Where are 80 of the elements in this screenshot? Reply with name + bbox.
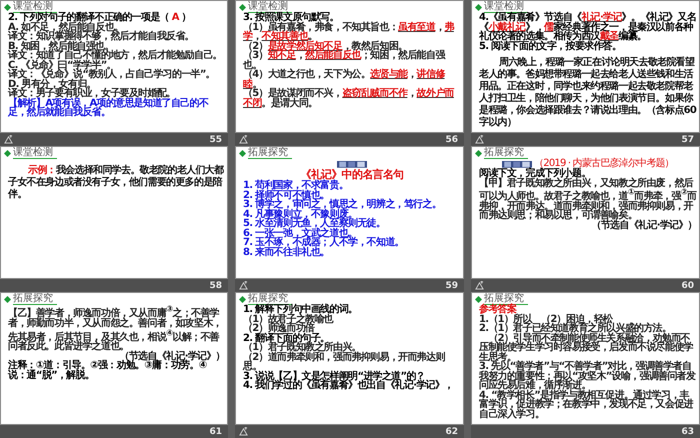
diamond-icon [239,150,246,157]
diamond-icon [239,4,246,11]
slide-text: 1. 解释下列句中画线的词。 [243,305,358,314]
slide-text: D. 男有分，女有归。 [8,80,96,89]
slide-number: 63 [681,426,694,436]
slide-number: 56 [445,134,458,144]
slide-text: 2. 择师不可不慎也。 [243,190,330,200]
slide-text: 5. 水至清则无鱼，人至察则无徒。 [243,219,386,228]
slide-text: 2.（1）君子已经知道教育之所以兴盛的方法。 [479,324,672,334]
section-title: 课堂检测 [13,2,57,13]
slide-text: 【甲】君子既知教之所由兴，又知教之所由废，然后可以为人师也。故君子之教喻也，道$^{①}$而弗牵，强$^{②}$而弗抑，开而弗达。道而弗牵则和，强而弗抑则易，开而弗达则思；和易以思，可谓善喻矣。 [479,178,697,221]
diamond-icon [239,296,246,303]
slide-text: 5. 阅读下面的文字，按要求作答。 [479,42,622,51]
slide-number: 57 [681,134,694,144]
slide-thumbnail[interactable] [471,292,700,425]
slide-text: （节选自《礼记·学记》） [590,220,697,230]
section-title: 课堂检测 [248,2,292,13]
slide-text: 示例：我会选择和同学去。敬老院的老人们大都子女不在身边或者没有子女，他们需要的更多的是陪伴。 [8,165,225,201]
animation-icon[interactable] [475,135,484,144]
slide-text: 8. 来而不往非礼也。 [243,248,330,257]
diamond-icon [475,4,482,11]
slide-text: 周六晚上，程璐一家正在讨论明天去敬老院看望老人的事。爸妈想带程璐一起去给老人送些钱和生活用品。正在这时，同学也来约程璐一起去敬老院帮老人打扫卫生，陪他们聊天，为他们表演节目。如果你是程璐，你会选择跟谁去？请说出理由。（含标点60字以内） [479,57,697,129]
slide-text: 2. 翻译下面的句子。 [243,334,330,343]
slide-text: 译文：知识掌握得不够，然后才能自我反省。 [8,32,196,42]
slide-number: 61 [209,426,222,436]
section-title: 课堂检测 [13,148,57,159]
slide-text: 注释：①道：引导。②强：劝勉。③庸：功劳。④说：通“脱”，解脱。 [8,361,207,380]
banner-icon [337,160,367,168]
slide-text: 译文：知道了自己不懂的地方，然后才能勉励自己。 [8,51,223,60]
slide-text: （2）是故学然后知不足，教然后知困。 [243,42,408,51]
slide-text: 4. “教学相长”是指学与教相互促进。通过学习，丰富学识，促进教学；在教学中，发现不足，又会促进自己深入学习。 [479,390,694,419]
animation-icon[interactable] [239,135,248,144]
slide-text: 2. 下列对句子的翻译不正确的一项是（ A ） [8,13,192,22]
slide-number: 60 [681,280,694,290]
slide-text: A. 如不足，然后能自反也。 [8,22,124,32]
slide-text: 3. 博学之，审问之，慎思之，明辨之，笃行之。 [243,200,442,210]
slide-text: B. 知困，然后能自强也。 [8,42,114,51]
slide-text: （3）知不足，然后能自反也；知困，然后能自强也。 [243,51,446,70]
diamond-icon [4,150,11,157]
slide-text: 4. 凡事豫则立，不豫则废。 [243,210,358,219]
slide-number: 55 [209,134,222,144]
diamond-icon [475,296,482,303]
slide-text: 【解析】A项有误，A项的意思是知道了自己的不足，然后就能自我反省。 [8,98,210,118]
section-title: 课堂检测 [484,2,528,13]
slide-thumbnail[interactable]: 课堂检测 3. 按照课文原句默写。 （1）虽有嘉肴，弗食，不知其旨也：虽有至道，弗学，不知其善也。 （2）是故学然后知不足，教然后知困。 （3）知不足，然后能自反也；知困，然后能自强也。 （4）大道之行也，天下为公。选贤与能，讲信修睦。 （5）是故谋闭而不兴，盗窃乱贼而不作，故外户而不闭。是谓大同。 [235,0,464,133]
slide-text: 6. 一张一弛，文武之道也。 [243,228,358,238]
slide-thumbnail[interactable] [471,0,700,133]
slide-text: 4. 我们学过的《虽有嘉肴》也出自《礼记·学记》， [243,381,455,390]
animation-icon[interactable] [475,281,484,290]
animation-icon[interactable] [239,281,248,290]
slide-text: 《礼记》中的名言名句 [299,169,404,181]
slide-text: （1）君子既知教之所由兴。 [243,343,361,352]
slide-text: 3. 按照课文原句默写。 [243,13,340,22]
slide-text: （1）故君子之教喻也 [243,314,334,324]
slide-number: 59 [445,280,458,290]
exam-source: （2019 · 内蒙古巴彦淖尔中考题） [534,159,674,169]
slide-text: （2）道而弗牵则和，强而弗抑则易，开而弗达则思。 [243,352,446,372]
slide-text: 7. 玉不琢，不成器；人不学，不知道。 [243,238,405,248]
diamond-icon [4,296,11,303]
diamond-icon [475,150,482,157]
slide-thumbnail[interactable]: 课堂检测 示例：我会选择和同学去。敬老院的老人们大都子女不在身边或者没有子女，他们需要的更多的是陪伴。 [0,146,228,279]
slide-text: （2）师逸而功倍 [243,324,315,334]
banner-icon [502,160,532,168]
slide-text: 【乙】善学者，师逸而功倍，又从而庸$^{③}$之；不善学者，师勤而功半，又从而怨之。善问者，如攻坚木，先其易者，后其节目，及其久也，相说$^{④}$以解；不善问者反此。此皆进学之道也。 [8,305,223,352]
slide-text: 阅读下文，完成下列小题。 [479,169,591,178]
slide-text: 3. 说说【乙】文是怎样阐明“进学之道”的？ [243,372,425,381]
slide-text: 参考答案 [479,305,516,314]
slide-text: （1）虽有嘉肴，弗食，不知其旨也：虽有至道，弗学，不知其善也。 [243,22,456,42]
diamond-icon [4,4,11,11]
slide-text: （5）是故谋闭而不兴，盗窃乱贼而不作，故外户而不闭。是谓大同。 [243,89,456,108]
slide-thumbnail[interactable] [0,0,228,133]
slide-text: 1. 苟利国家，不求富贵。 [243,181,348,190]
slide-text: 译文：男子要有职业，女子要及时婚配。 [8,89,176,98]
slide-number: 58 [209,280,222,290]
slide-number: 62 [445,426,458,436]
slide-text: 3. 先以“善学者”与“不善学者”对比，强调善学者自我努力的重要性；再以“攻坚木”设喻，强调善问者发问应先易后难，循序渐进。 [479,362,697,390]
slide-text: 译文：《兑命》说“教别人，占自己学习的一半”。 [8,70,216,80]
animation-icon[interactable] [4,135,13,144]
animation-icon[interactable] [239,427,248,436]
slide-text: C. 《兑命》曰“学学半”。 [8,60,116,70]
